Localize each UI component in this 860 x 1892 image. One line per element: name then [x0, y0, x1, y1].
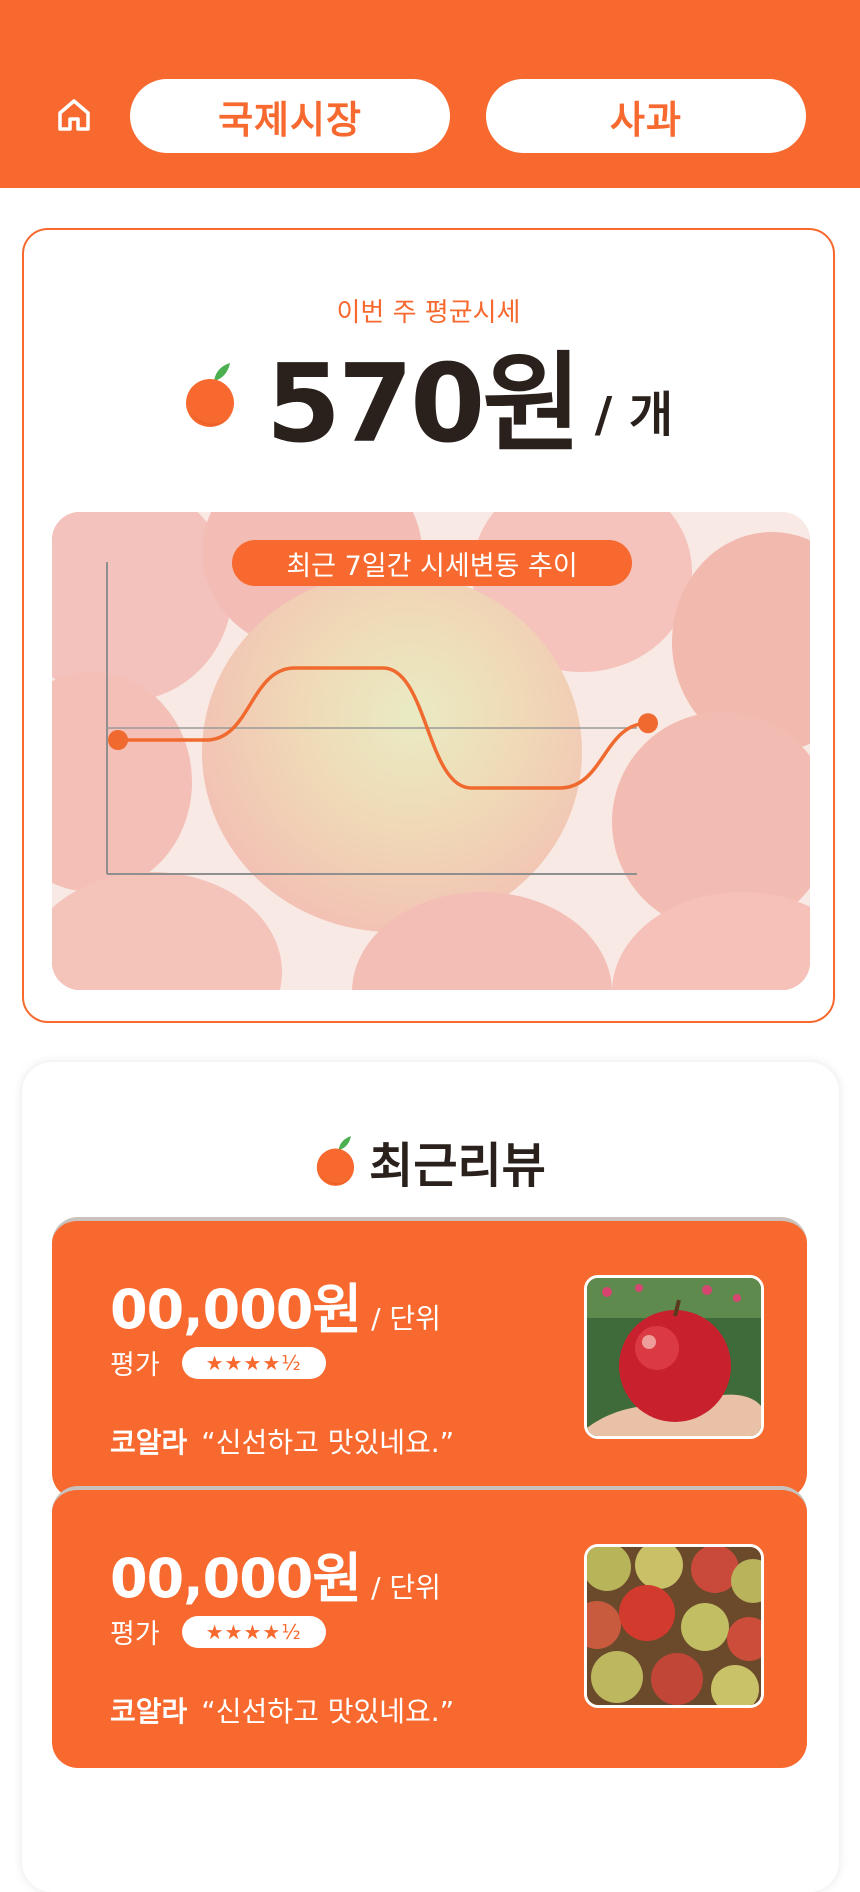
review-item[interactable]: 00,000원 / 단위 평가 ★★★★½ 코알라 “신선하고 맛있네요.”: [52, 1486, 807, 1768]
weekly-price-card: 이번 주 평균시세 570원 / 개 최근 7일간 시세변동 추이: [22, 228, 835, 1023]
review-comment: “신선하고 맛있네요.”: [201, 1695, 455, 1728]
reviews-title: 최근리뷰: [369, 1138, 546, 1194]
review-comment: “신선하고 맛있네요.”: [201, 1426, 455, 1459]
data-point-start: [108, 730, 128, 750]
chart-title: 최근 7일간 시세변동 추이: [232, 540, 632, 586]
review-unit: / 단위: [371, 1302, 441, 1335]
review-price-row: 00,000원 / 단위: [110, 1534, 441, 1613]
apple-basket-photo-image: [587, 1547, 761, 1705]
review-author: 코알라: [110, 1426, 188, 1459]
market-selector-button[interactable]: 국제시장: [130, 79, 450, 153]
review-item[interactable]: 00,000원 / 단위 평가 ★★★★½ 코알라 “신선하고 맛있네요.”: [52, 1217, 807, 1499]
price-trend-chart: 최근 7일간 시세변동 추이: [52, 512, 810, 990]
review-price: 00,000원: [110, 1547, 362, 1610]
review-price: 00,000원: [110, 1278, 362, 1341]
review-comment-row: 코알라 “신선하고 맛있네요.”: [110, 1421, 454, 1461]
apple-photo-image: [587, 1278, 761, 1436]
average-price: 570원: [265, 342, 582, 467]
review-author: 코알라: [110, 1695, 188, 1728]
review-unit: / 단위: [371, 1571, 441, 1604]
review-photo-apple[interactable]: [584, 1275, 764, 1439]
review-price-row: 00,000원 / 단위: [110, 1265, 441, 1344]
home-icon[interactable]: [50, 91, 98, 139]
star-rating: ★★★★½: [181, 1346, 326, 1379]
data-point-end: [638, 713, 658, 734]
review-photo-apple-basket[interactable]: [584, 1544, 764, 1708]
product-selector-button[interactable]: 사과: [486, 79, 806, 153]
review-rating-row: 평가 ★★★★½: [110, 1343, 326, 1382]
orange-fruit-icon: [316, 1136, 355, 1186]
rating-label: 평가: [110, 1619, 160, 1650]
review-comment-row: 코알라 “신선하고 맛있네요.”: [110, 1690, 454, 1730]
rating-label: 평가: [110, 1350, 160, 1381]
price-unit: / 개: [594, 387, 674, 443]
orange-fruit-icon: [185, 363, 234, 427]
app-header: 국제시장 사과: [0, 0, 860, 188]
star-rating: ★★★★½: [181, 1615, 326, 1648]
recent-reviews-card: 최근리뷰 00,000원 / 단위 평가 ★★★★½ 코알라 “신선하고 맛있네…: [22, 1062, 839, 1892]
price-row: 570원 / 개: [24, 335, 833, 467]
reviews-header: 최근리뷰: [22, 1126, 839, 1196]
review-rating-row: 평가 ★★★★½: [110, 1612, 326, 1651]
